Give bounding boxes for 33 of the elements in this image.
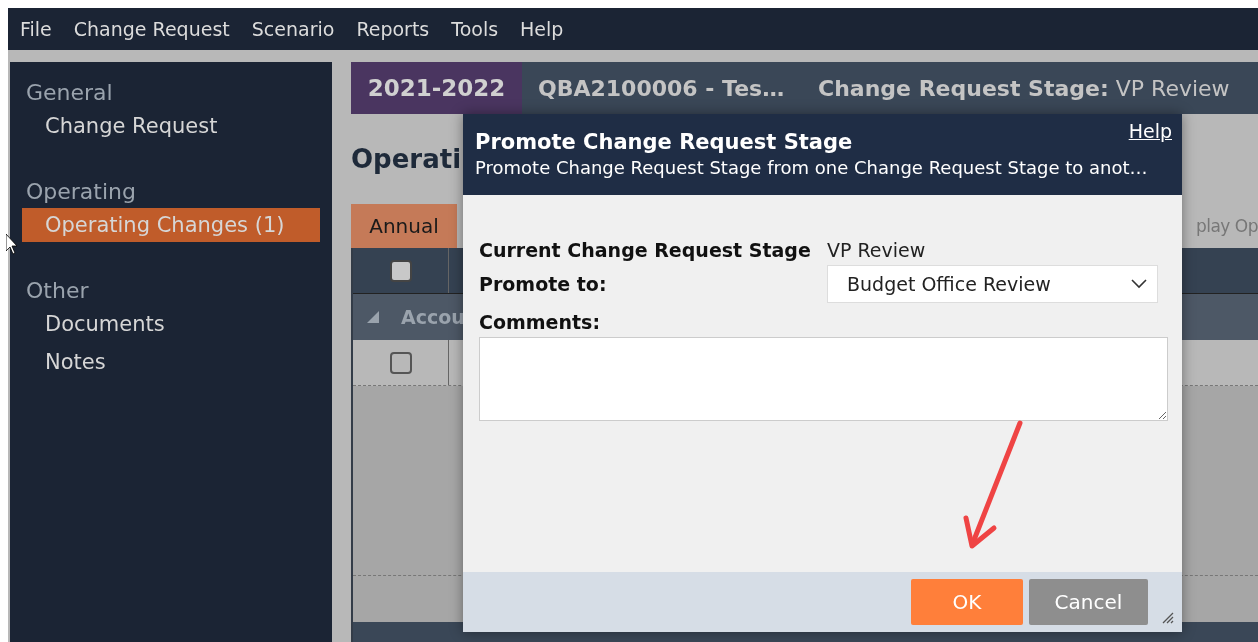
cursor-icon — [6, 234, 18, 256]
menu-item[interactable]: Scenario — [251, 18, 335, 40]
help-link[interactable]: Help — [1128, 120, 1172, 142]
group-label: Accou — [401, 306, 465, 328]
field-label: Promote to: — [479, 273, 608, 295]
sidebar-heading: Other — [26, 278, 90, 303]
dialog-title: Promote Change Request Stage — [475, 130, 853, 154]
sidebar-item[interactable]: Documents — [22, 307, 320, 341]
request-title: QBA2100006 - Tes… — [538, 75, 786, 101]
menu-item[interactable]: Help — [520, 18, 564, 40]
sidebar-heading: Operating — [26, 179, 137, 204]
field-value: VP Review — [827, 239, 927, 261]
field-label: Current Change Request Stage — [479, 239, 812, 261]
menu-item[interactable]: Reports — [356, 18, 430, 40]
checkbox[interactable] — [389, 259, 412, 282]
sidebar-heading: General — [26, 80, 114, 105]
sidebar-item[interactable]: Change Request — [22, 109, 320, 143]
checkbox[interactable] — [389, 351, 412, 374]
sidebar-item[interactable]: Notes — [22, 345, 320, 379]
field-label: Comments: — [479, 311, 600, 333]
collapse-icon[interactable] — [367, 311, 379, 323]
page-title: Operati — [351, 144, 462, 176]
resize-grip-icon[interactable] — [1162, 612, 1174, 624]
menu-item[interactable]: Change Request — [73, 18, 230, 40]
menu-item[interactable]: File — [20, 18, 52, 40]
comments-field[interactable] — [479, 337, 1168, 421]
tab[interactable]: Annual — [351, 204, 457, 248]
menu-item[interactable]: Tools — [451, 18, 499, 40]
year-label: 2021-2022 — [351, 62, 522, 114]
stage-dropdown[interactable]: Budget Office Review — [827, 265, 1158, 303]
stage-text: Change Request Stage: VP Review — [818, 75, 1230, 101]
chevron-down-icon — [1131, 279, 1147, 289]
dialog-subtitle: Promote Change Request Stage from one Change Request Stage to anot… — [475, 157, 1149, 178]
